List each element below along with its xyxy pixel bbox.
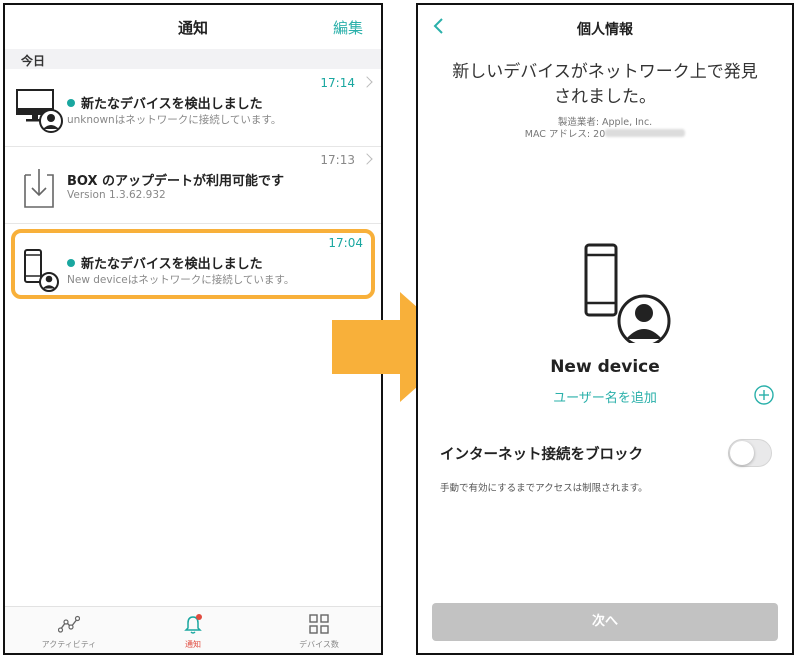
toggle-knob bbox=[730, 441, 754, 465]
header: 個人情報 bbox=[418, 5, 792, 49]
edit-button[interactable]: 編集 bbox=[333, 17, 363, 38]
monitor-user-icon bbox=[16, 89, 63, 133]
tab-activity[interactable]: アクティビティ bbox=[19, 613, 119, 650]
header: 通知 編集 bbox=[5, 5, 381, 50]
tab-bar: アクティビティ 通知 デバイス数 bbox=[5, 606, 381, 653]
chevron-right-icon bbox=[361, 76, 373, 88]
grid-icon bbox=[309, 614, 329, 634]
notification-subtitle: Version 1.3.62.932 bbox=[67, 189, 166, 201]
tab-devices[interactable]: デバイス数 bbox=[269, 613, 369, 650]
notification-item[interactable]: 17:14 新たなデバイスを検出しました unknownはネットワークに接続して… bbox=[5, 70, 381, 147]
chevron-right-icon bbox=[361, 153, 373, 165]
timestamp: 17:13 bbox=[320, 153, 355, 167]
notification-title: BOX のアップデートが利用可能です bbox=[67, 174, 285, 189]
notification-subtitle: unknownはネットワークに接続しています。 bbox=[67, 114, 282, 126]
device-avatar-icon bbox=[584, 243, 671, 343]
block-internet-label: インターネット接続をブロック bbox=[440, 447, 643, 463]
block-note: 手動で有効にするまでアクセスは制限されます。 bbox=[440, 483, 648, 494]
tab-label: 通知 bbox=[185, 640, 201, 649]
tab-label: デバイス数 bbox=[299, 640, 339, 649]
device-info-screen: 個人情報 新しいデバイスがネットワーク上で発見 されました。 製造業者: App… bbox=[416, 3, 794, 655]
headline-line: 新しいデバイスがネットワーク上で発見 bbox=[452, 62, 758, 82]
mac-redacted bbox=[605, 129, 686, 137]
download-icon bbox=[24, 169, 54, 208]
activity-icon bbox=[58, 615, 80, 633]
notifications-screen: 通知 編集 今日 17:14 新たなデバイスを検出しました unknownはネッ… bbox=[3, 3, 383, 655]
tab-label: アクティビティ bbox=[41, 640, 97, 649]
notification-title: 新たなデバイスを検出しました bbox=[67, 93, 263, 112]
headline-line: されました。 bbox=[554, 87, 656, 107]
add-username-link[interactable]: ユーザー名を追加 bbox=[418, 387, 792, 406]
notification-title-text: 新たなデバイスを検出しました bbox=[81, 97, 263, 112]
highlight-frame bbox=[11, 229, 375, 299]
headline: 新しいデバイスがネットワーク上で発見 されました。 bbox=[432, 60, 778, 110]
next-button[interactable]: 次へ bbox=[432, 603, 778, 641]
page-title: 個人情報 bbox=[577, 22, 633, 38]
tab-notifications[interactable]: 通知 bbox=[143, 613, 243, 650]
timestamp: 17:14 bbox=[320, 76, 355, 90]
mac-address: MAC アドレス: 20 bbox=[418, 126, 792, 140]
unread-dot bbox=[67, 99, 75, 107]
block-internet-toggle[interactable] bbox=[728, 439, 772, 467]
section-header: 今日 bbox=[5, 49, 381, 69]
mac-label: MAC アドレス: 20 bbox=[524, 129, 606, 140]
add-circle-icon[interactable] bbox=[754, 385, 774, 405]
notification-item[interactable]: 17:13 BOX のアップデートが利用可能です Version 1.3.62.… bbox=[5, 147, 381, 224]
bell-icon bbox=[184, 614, 202, 634]
section-label: 今日 bbox=[21, 54, 46, 68]
device-name: New device bbox=[550, 357, 660, 377]
page-title: 通知 bbox=[177, 19, 208, 37]
